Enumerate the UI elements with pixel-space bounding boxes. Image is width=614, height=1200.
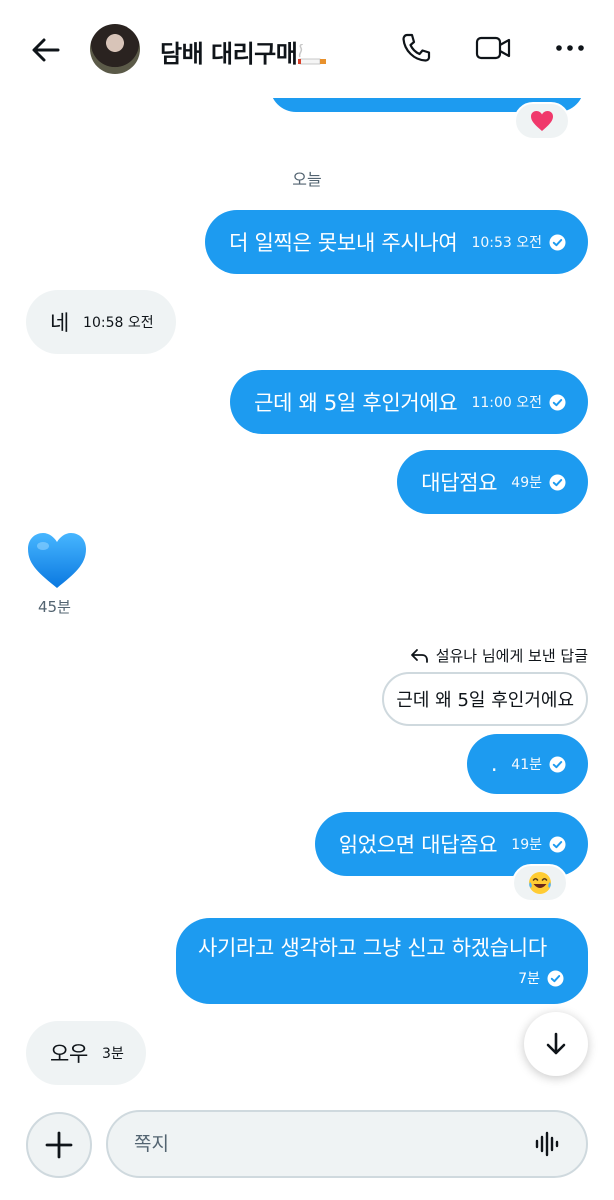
back-arrow-icon[interactable]	[26, 30, 66, 70]
message-text: 더 일찍은 못보내 주시나여	[229, 231, 458, 255]
header-overlay: 담배 대리구매	[0, 0, 614, 98]
more-icon[interactable]	[550, 28, 590, 68]
message-composer[interactable]	[106, 1110, 588, 1178]
read-check-icon	[547, 970, 564, 986]
reply-context-label: 설유나 님에게 보낸 답글	[410, 645, 588, 666]
message-bubble-outgoing[interactable]: 대답점요 49분	[397, 450, 588, 514]
message-time: 10:58 오전	[83, 315, 154, 331]
message-bubble-outgoing[interactable]: . 41분	[466, 734, 588, 794]
day-divider: 오늘	[292, 170, 322, 189]
reaction-badge[interactable]	[514, 102, 570, 140]
scroll-to-bottom-button[interactable]	[524, 1012, 588, 1076]
message-text: 오우	[50, 1042, 89, 1066]
add-attachment-button[interactable]	[26, 1112, 92, 1178]
cigarette-emoji	[298, 44, 328, 66]
video-camera-icon[interactable]	[473, 28, 513, 68]
message-text: 읽었으면 대답좀요	[338, 833, 498, 857]
conversation-title-text: 담배 대리구매	[160, 40, 298, 68]
red-heart-icon	[531, 111, 553, 131]
message-bubble-outgoing[interactable]: 사기라고 생각하고 그냥 신고 하겠습니다 7분	[176, 918, 588, 1004]
laughing-tears-emoji-icon	[529, 872, 551, 894]
blue-heart-emoji-message[interactable]	[26, 530, 88, 592]
avatar[interactable]	[90, 24, 140, 74]
quoted-message[interactable]: 근데 왜 5일 후인거에요	[382, 672, 588, 726]
message-text: 네	[50, 311, 70, 335]
reply-arrow-icon	[410, 648, 428, 663]
read-check-icon	[549, 234, 566, 250]
message-bubble-incoming[interactable]: 오우 3분	[26, 1021, 146, 1085]
message-bubble-outgoing[interactable]: 더 일찍은 못보내 주시나여 10:53 오전	[205, 210, 588, 274]
read-check-icon	[549, 474, 566, 490]
read-check-icon	[549, 394, 566, 410]
phone-icon[interactable]	[396, 28, 436, 68]
read-check-icon	[549, 756, 566, 772]
message-time: 10:53 오전	[471, 235, 542, 251]
voice-message-icon[interactable]	[534, 1131, 560, 1157]
arrow-down-icon	[546, 1032, 566, 1055]
message-bubble-incoming[interactable]: 네 10:58 오전	[26, 290, 176, 354]
message-time: 49분	[511, 475, 542, 491]
message-time: 7분	[518, 971, 540, 987]
message-time: 45분	[38, 598, 71, 616]
quoted-message-text: 근데 왜 5일 후인거에요	[396, 690, 574, 711]
plus-icon	[45, 1131, 73, 1159]
message-time: 3분	[102, 1046, 124, 1062]
message-bubble-outgoing[interactable]: 근데 왜 5일 후인거에요 11:00 오전	[230, 370, 588, 434]
reaction-badge[interactable]	[512, 864, 568, 902]
reply-context-text: 설유나 님에게 보낸 답글	[435, 647, 588, 665]
message-text: 근데 왜 5일 후인거에요	[254, 391, 458, 415]
message-text: 사기라고 생각하고 그냥 신고 하겠습니다	[198, 936, 547, 960]
message-time: 11:00 오전	[471, 395, 542, 411]
read-check-icon	[549, 836, 566, 852]
message-meta: 7분	[198, 968, 564, 988]
conversation-title[interactable]: 담배 대리구매	[160, 34, 328, 69]
message-input[interactable]	[134, 1133, 534, 1155]
message-text: 대답점요	[421, 471, 498, 495]
message-text: .	[490, 752, 498, 776]
message-time: 41분	[511, 757, 542, 773]
message-time: 19분	[511, 837, 542, 853]
